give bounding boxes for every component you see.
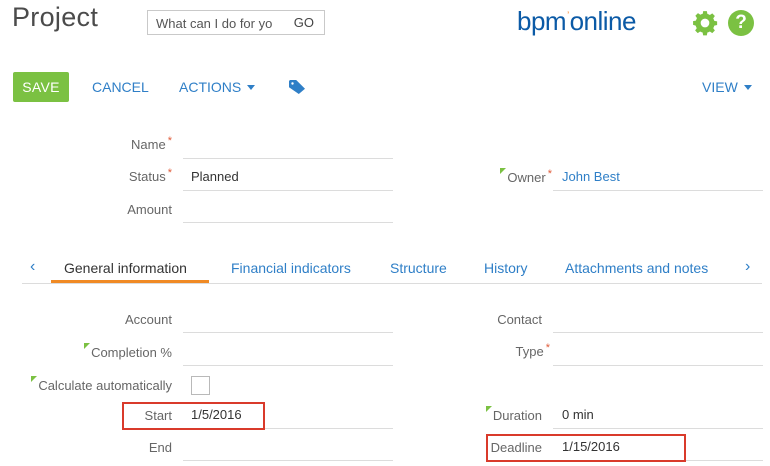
hint-marker-icon (31, 376, 38, 382)
amount-label: Amount (127, 202, 172, 217)
search-go-button[interactable]: GO (294, 15, 314, 30)
account-field[interactable] (191, 312, 391, 328)
completion-label: Completion % (40, 343, 172, 360)
cancel-button[interactable]: CANCEL (92, 79, 149, 95)
actions-button[interactable]: ACTIONS (179, 79, 256, 95)
status-label: Status * (128, 167, 172, 184)
bpmonline-logo: bpm’online (517, 6, 636, 37)
end-date-field[interactable] (191, 440, 391, 456)
status-field-underline (183, 190, 393, 191)
end-field-underline (183, 460, 393, 461)
owner-field[interactable]: John Best (562, 169, 620, 184)
logo-text-main: bpm (517, 6, 567, 36)
contact-field-underline (553, 332, 763, 333)
hint-marker-icon (485, 406, 492, 412)
duration-field-underline (553, 428, 763, 429)
completion-field[interactable] (191, 345, 391, 361)
deadline-label: Deadline (490, 440, 542, 455)
start-label: Start (144, 408, 172, 423)
page-title: Project (12, 2, 99, 32)
hint-marker-icon (84, 343, 91, 349)
start-date-field[interactable]: 1/5/2016 (191, 407, 242, 422)
tab-general-information[interactable]: General information (64, 260, 187, 276)
tab-attachments-and-notes[interactable]: Attachments and notes (565, 260, 708, 276)
owner-field-underline (553, 190, 763, 191)
view-label: VIEW (702, 79, 738, 95)
start-field-underline (265, 428, 393, 429)
type-field-underline (553, 365, 763, 366)
actions-label: ACTIONS (179, 79, 242, 95)
required-asterisk: * (167, 135, 172, 147)
duration-field[interactable]: 0 min (562, 407, 594, 422)
calculate-automatically-checkbox[interactable] (191, 376, 210, 395)
calculate-automatically-label: Calculate automatically (20, 376, 172, 393)
type-field[interactable] (562, 344, 762, 360)
tabs-scroll-right-icon[interactable]: › (745, 258, 750, 276)
owner-label: Owner * (460, 168, 552, 185)
deadline-field-underline (686, 460, 763, 461)
account-label: Account (125, 312, 172, 327)
view-button[interactable]: VIEW (702, 79, 752, 95)
tab-structure[interactable]: Structure (390, 260, 447, 276)
search-box[interactable]: GO (147, 10, 325, 35)
required-asterisk: * (547, 168, 552, 180)
tab-financial-indicators[interactable]: Financial indicators (231, 260, 351, 276)
chevron-down-icon (247, 84, 256, 90)
deadline-field[interactable]: 1/15/2016 (562, 439, 620, 454)
contact-field[interactable] (562, 312, 762, 328)
required-asterisk: * (167, 167, 172, 179)
search-input[interactable] (156, 14, 284, 32)
tabs-scroll-left-icon[interactable]: ‹ (30, 258, 35, 276)
help-icon[interactable]: ? (728, 10, 754, 36)
save-button[interactable]: SAVE (13, 72, 69, 102)
account-field-underline (183, 332, 393, 333)
gear-icon[interactable] (692, 10, 718, 36)
tag-icon[interactable] (289, 80, 305, 94)
logo-mark: ’ (567, 10, 569, 21)
completion-field-underline (183, 365, 393, 366)
amount-field-underline (183, 222, 393, 223)
tab-history[interactable]: History (484, 260, 528, 276)
name-field-underline (183, 158, 393, 159)
tabs-divider (22, 283, 762, 284)
name-label: Name * (131, 135, 172, 152)
hint-marker-icon (500, 168, 507, 174)
chevron-down-icon (743, 84, 752, 90)
duration-label: Duration (440, 406, 542, 423)
end-label: End (148, 440, 172, 455)
required-asterisk: * (545, 342, 550, 354)
status-field[interactable]: Planned (191, 169, 239, 184)
contact-label: Contact (497, 312, 542, 327)
type-label: Type * (515, 342, 550, 359)
logo-text-tail: online (569, 6, 637, 36)
